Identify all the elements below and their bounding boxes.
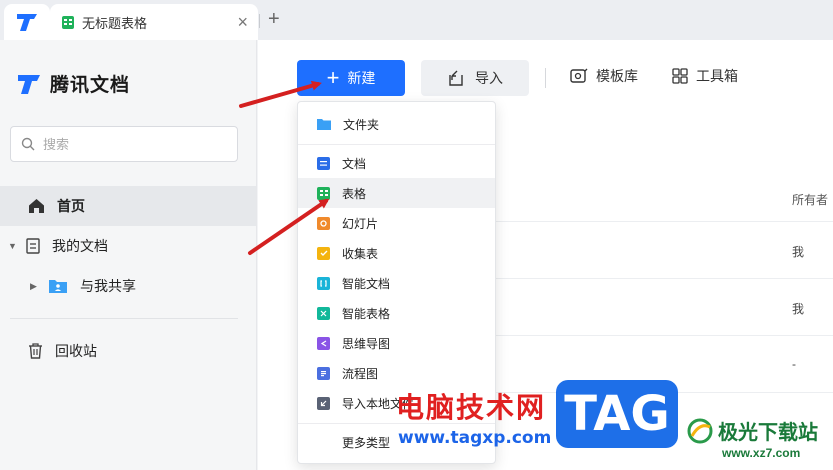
sidebar-divider	[10, 318, 238, 319]
sidebar-item-my-docs[interactable]: ▼ 我的文档	[0, 226, 256, 266]
search-icon	[21, 137, 35, 151]
menu-item-label: 表格	[342, 186, 367, 201]
owner-cell: -	[792, 357, 796, 371]
tab-separator	[259, 14, 260, 28]
menu-item-label: 文件夹	[343, 117, 380, 132]
import-button-label: 导入	[475, 70, 503, 86]
doc-icon	[317, 156, 330, 170]
sidebar-item-label: 回收站	[55, 343, 97, 359]
menu-item-label: 智能表格	[342, 306, 391, 321]
watermark-logo-url: www.xz7.com	[722, 446, 801, 460]
new-button-label: 新建	[347, 70, 376, 86]
search-box[interactable]	[10, 126, 238, 162]
menu-item-folder[interactable]: 文件夹	[298, 109, 495, 139]
menu-item-label: 流程图	[342, 366, 379, 381]
watermark-logo-text: 极光下载站	[718, 420, 818, 444]
home-icon	[29, 199, 44, 213]
sheet-icon	[317, 186, 330, 200]
document-tab-title: 无标题表格	[82, 15, 148, 31]
menu-item-label: 文档	[342, 156, 367, 171]
folder-icon	[317, 119, 331, 130]
menu-item-flowchart[interactable]: 流程图	[298, 358, 495, 388]
owner-cell: 我	[792, 302, 805, 316]
watermark-tag-logo: TAG	[556, 380, 678, 448]
shared-folder-icon	[49, 280, 67, 293]
flowchart-icon	[317, 366, 330, 380]
menu-item-smart-doc[interactable]: 智能文档	[298, 268, 495, 298]
caret-right-icon[interactable]: ▶	[30, 281, 42, 292]
owner-column-header[interactable]: 所有者	[792, 191, 828, 208]
menu-item-label: 智能文档	[342, 276, 391, 291]
toolbox-button[interactable]: 工具箱	[672, 66, 738, 86]
watermark-url: www.tagxp.com	[398, 428, 552, 448]
tencent-docs-logo-icon	[18, 74, 40, 94]
search-input[interactable]	[43, 136, 223, 152]
document-icon	[26, 238, 40, 254]
menu-item-form[interactable]: 收集表	[298, 238, 495, 268]
menu-item-smart-sheet[interactable]: 智能表格	[298, 298, 495, 328]
menu-item-slide[interactable]: 幻灯片	[298, 208, 495, 238]
menu-item-doc[interactable]: 文档	[298, 148, 495, 178]
menu-divider	[298, 144, 495, 145]
add-tab-icon[interactable]: +	[268, 9, 280, 29]
menu-item-sheet[interactable]: 表格	[298, 178, 495, 208]
row-divider	[496, 278, 833, 279]
brand: 腾讯文档	[16, 70, 130, 97]
menu-item-label: 幻灯片	[342, 216, 379, 231]
owner-cell: 我	[792, 245, 805, 259]
brand-name: 腾讯文档	[50, 75, 131, 96]
row-divider	[496, 221, 833, 222]
toolbox-icon	[672, 68, 688, 84]
import-button[interactable]: 导入	[421, 60, 529, 96]
watermark-site-name: 电脑技术网	[396, 391, 547, 424]
sheet-icon	[62, 15, 74, 29]
smart-sheet-icon	[317, 306, 330, 320]
menu-item-label: 更多类型	[342, 435, 391, 450]
template-button[interactable]: 模板库	[570, 66, 638, 86]
trash-icon	[29, 343, 42, 359]
close-tab-icon[interactable]: ×	[237, 13, 248, 31]
new-button[interactable]: + 新建	[297, 60, 405, 96]
template-icon	[570, 68, 588, 83]
caret-down-icon[interactable]: ▼	[8, 241, 20, 251]
tencent-docs-logo-icon	[17, 14, 37, 31]
menu-item-label: 收集表	[342, 246, 379, 261]
sidebar-item-home[interactable]: 首页	[0, 186, 256, 226]
form-icon	[317, 246, 330, 260]
watermark-jiguang-logo: 极光下载站	[686, 416, 818, 445]
jiguang-logo-icon	[687, 418, 713, 443]
row-divider	[496, 335, 833, 336]
toolbar-divider	[545, 68, 546, 88]
sidebar-item-trash[interactable]: 回收站	[0, 331, 256, 371]
template-button-label: 模板库	[596, 68, 638, 84]
sidebar-item-label: 首页	[57, 198, 85, 214]
sidebar-item-label: 我的文档	[52, 238, 108, 254]
sidebar: 腾讯文档 首页 ▼ 我的文档 ▶ 与我共享 回收站	[0, 40, 257, 470]
tab-bar: 无标题表格 × +	[0, 0, 833, 40]
import-icon	[449, 70, 463, 86]
menu-item-label: 思维导图	[342, 336, 391, 351]
menu-item-mindmap[interactable]: 思维导图	[298, 328, 495, 358]
sidebar-item-label: 与我共享	[80, 278, 136, 294]
smart-doc-icon	[317, 276, 330, 290]
home-tab[interactable]	[4, 4, 50, 40]
plus-icon: +	[326, 65, 340, 90]
slide-icon	[317, 216, 330, 230]
toolbox-button-label: 工具箱	[696, 68, 738, 84]
import-local-icon	[317, 396, 330, 410]
document-tab[interactable]: 无标题表格 ×	[50, 4, 258, 40]
mindmap-icon	[317, 336, 330, 350]
sidebar-item-shared[interactable]: ▶ 与我共享	[0, 266, 256, 306]
